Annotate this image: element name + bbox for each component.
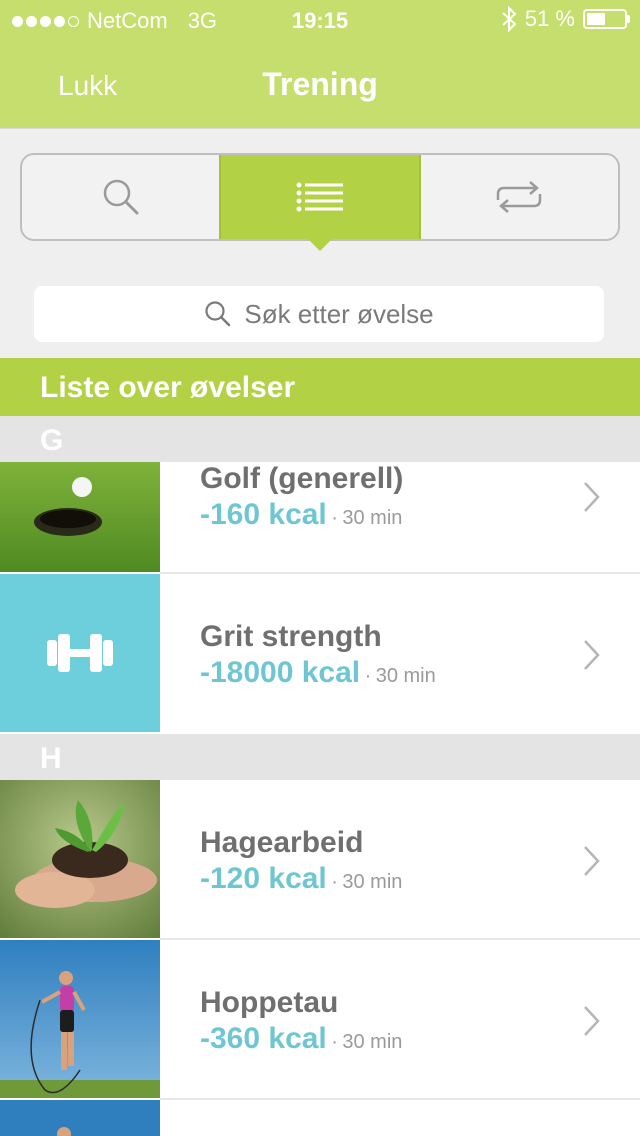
exercise-name: Golf (generell)	[200, 462, 404, 495]
exercise-kcal: -18000 kcal	[200, 656, 361, 689]
jump-rope-photo	[0, 940, 160, 1098]
nav-header: NetCom 3G 19:15 51 % Lukk Trening	[0, 0, 640, 128]
exercise-meta: -120 kcal · 30 min	[200, 862, 402, 896]
golf-photo	[0, 462, 160, 572]
section-header-g: G	[0, 416, 640, 462]
tab-repeat[interactable]	[418, 155, 618, 239]
gardening-photo	[0, 780, 160, 938]
exercise-meta: -18000 kcal · 30 min	[200, 656, 436, 690]
chevron-right-icon	[584, 640, 600, 670]
exercise-name: Hagearbeid	[200, 826, 364, 859]
list-item[interactable]: Grit strength -18000 kcal · 30 min	[0, 574, 640, 732]
exercise-photo	[0, 1100, 160, 1136]
list-item[interactable]: Hoppetau -360 kcal · 30 min	[0, 940, 640, 1098]
section-header-h: H	[0, 734, 640, 780]
exercise-meta: -360 kcal · 30 min	[200, 1022, 402, 1056]
battery-level-fill	[587, 13, 605, 25]
exercise-duration: 30 min	[342, 1031, 403, 1053]
tab-list[interactable]	[219, 155, 419, 251]
chevron-right-icon	[584, 846, 600, 876]
exercise-name: Hoppetau	[200, 986, 339, 1019]
tab-search[interactable]	[22, 155, 219, 239]
search-placeholder: Søk etter øvelse	[244, 298, 434, 329]
exercise-kcal: -160 kcal	[200, 498, 327, 531]
battery-icon	[583, 9, 627, 29]
search-icon	[205, 301, 231, 327]
filter-area: Søk etter øvelse	[0, 128, 640, 359]
exercise-meta: -160 kcal · 30 min	[200, 498, 402, 532]
chevron-right-icon	[584, 482, 600, 512]
search-icon	[103, 179, 139, 215]
bluetooth-icon	[502, 6, 517, 32]
section-letter: H	[40, 742, 62, 775]
meta-separator: ·	[331, 1031, 338, 1053]
status-right: 51 %	[501, 6, 630, 32]
status-bar: NetCom 3G 19:15 51 %	[0, 0, 640, 40]
list-icon	[296, 182, 343, 212]
active-tab-pointer	[307, 239, 332, 251]
battery-percent: 51 %	[524, 6, 575, 31]
exercise-duration: 30 min	[342, 507, 403, 529]
meta-separator: ·	[331, 871, 338, 893]
meta-separator: ·	[331, 507, 338, 529]
exercise-duration: 30 min	[342, 871, 403, 893]
repeat-icon	[497, 181, 542, 213]
list-heading: Liste over øvelser	[0, 358, 640, 416]
search-input[interactable]: Søk etter øvelse	[34, 286, 604, 342]
section-letter: G	[40, 424, 64, 457]
dumbbell-icon	[0, 574, 160, 732]
exercise-kcal: -360 kcal	[200, 1022, 327, 1055]
exercise-kcal: -120 kcal	[200, 862, 327, 895]
exercise-duration: 30 min	[375, 665, 436, 687]
list-item[interactable]: Golf (generell) -160 kcal · 30 min	[0, 462, 640, 572]
meta-separator: ·	[364, 665, 372, 687]
view-segmented-control	[20, 153, 620, 251]
chevron-right-icon	[584, 1006, 600, 1036]
page-title: Trening	[262, 66, 378, 102]
list-item[interactable]: Hagearbeid -120 kcal · 30 min	[0, 780, 640, 938]
exercise-name: Grit strength	[200, 620, 382, 653]
list-heading-label: Liste over øvelser	[40, 371, 296, 404]
list-item[interactable]	[0, 1100, 640, 1136]
